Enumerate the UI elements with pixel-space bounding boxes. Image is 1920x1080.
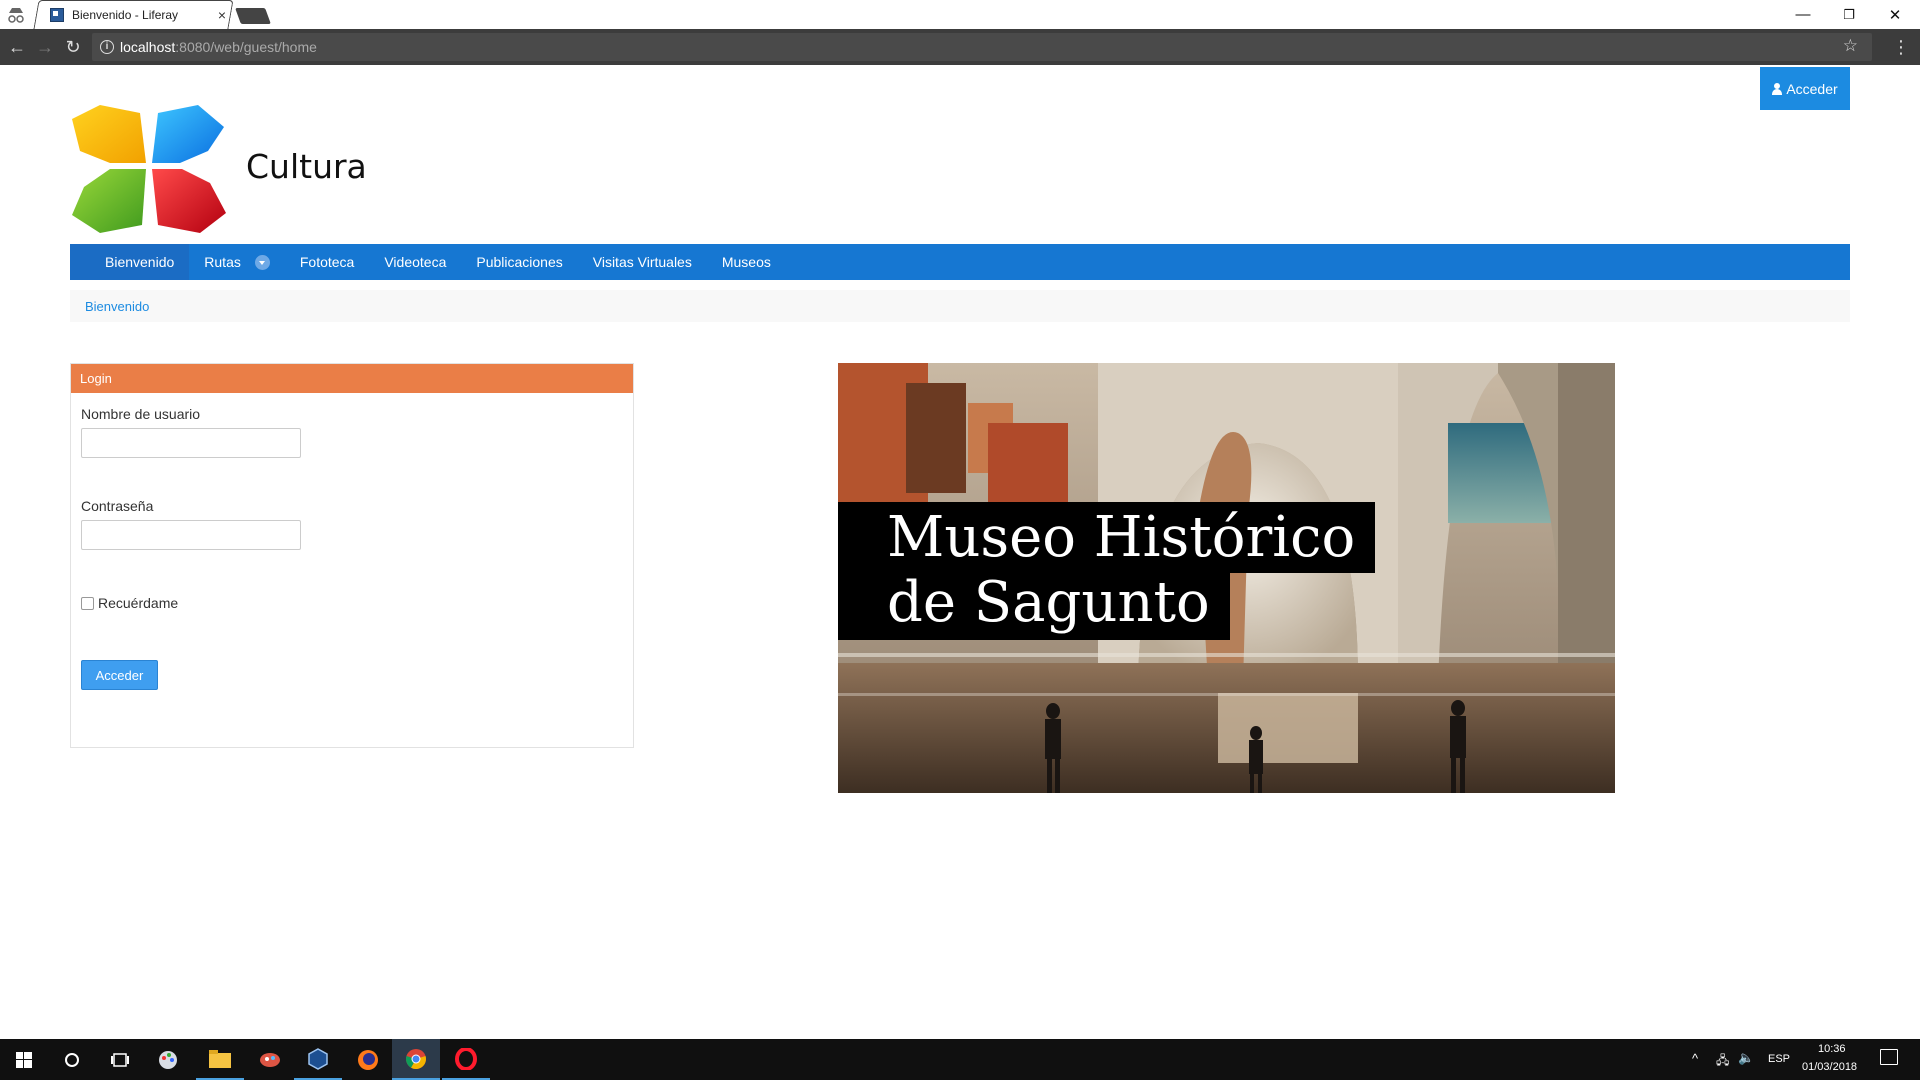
remember-me-checkbox[interactable]	[81, 597, 94, 610]
task-view-icon[interactable]	[96, 1039, 144, 1080]
password-label: Contraseña	[81, 498, 154, 514]
back-arrow-icon[interactable]: ←	[6, 36, 28, 58]
banner-title-line-2: de Sagunto	[838, 573, 1230, 640]
virtualbox-icon[interactable]	[294, 1039, 342, 1080]
nav-item-rutas-label: Rutas	[204, 254, 241, 270]
nav-item-museos[interactable]: Museos	[707, 244, 786, 280]
browser-tab[interactable]: Bienvenido - Liferay ×	[50, 0, 230, 29]
volume-icon[interactable]: 🔈	[1738, 1050, 1754, 1066]
main-navigation: Bienvenido Rutas Fototeca Videoteca Publ…	[70, 244, 1850, 280]
browser-tabstrip: Bienvenido - Liferay × — ❐ ✕	[0, 0, 1920, 29]
breadcrumb: Bienvenido	[70, 290, 1850, 322]
site-logo[interactable]	[70, 105, 226, 233]
browser-toolbar: ← → ↻ i localhost:8080/web/guest/home ☆ …	[0, 29, 1920, 65]
sign-in-button[interactable]: Acceder	[1760, 67, 1850, 110]
nav-item-fototeca[interactable]: Fototeca	[285, 244, 369, 280]
sign-in-label: Acceder	[1786, 80, 1838, 97]
url-host: localhost	[120, 39, 176, 55]
login-portlet-title: Login	[71, 364, 633, 393]
notifications-icon[interactable]	[1880, 1049, 1898, 1065]
network-icon[interactable]: 🖧	[1716, 1051, 1729, 1072]
chrome-icon[interactable]	[392, 1039, 440, 1080]
paint-icon[interactable]	[144, 1039, 192, 1080]
banner-title-line-1: Museo Histórico	[838, 502, 1376, 573]
minimize-button[interactable]: —	[1780, 0, 1826, 29]
windows-start-icon[interactable]	[0, 1039, 48, 1080]
close-window-button[interactable]: ✕	[1872, 0, 1918, 29]
password-field[interactable]	[81, 520, 301, 550]
username-field[interactable]	[81, 428, 301, 458]
new-tab-button[interactable]	[235, 8, 271, 24]
nav-item-publicaciones[interactable]: Publicaciones	[461, 244, 577, 280]
file-explorer-icon[interactable]	[196, 1039, 244, 1080]
forward-arrow-icon[interactable]: →	[34, 36, 56, 58]
nav-item-rutas[interactable]: Rutas	[189, 244, 285, 280]
nav-item-visitas-virtuales[interactable]: Visitas Virtuales	[578, 244, 707, 280]
opera-icon[interactable]	[442, 1039, 490, 1080]
address-bar[interactable]: i localhost:8080/web/guest/home ☆	[92, 33, 1872, 61]
url-path: :8080/web/guest/home	[175, 39, 317, 55]
site-info-icon[interactable]: i	[100, 40, 114, 54]
language-indicator[interactable]: ESP	[1768, 1053, 1790, 1065]
liferay-favicon-icon	[50, 7, 64, 22]
nav-item-videoteca[interactable]: Videoteca	[369, 244, 461, 280]
login-submit-button[interactable]: Acceder	[81, 660, 158, 690]
incognito-icon	[8, 8, 24, 23]
chevron-down-icon[interactable]	[254, 254, 270, 270]
cortana-search-icon[interactable]	[48, 1039, 96, 1080]
username-label: Nombre de usuario	[81, 406, 201, 422]
nav-item-bienvenido[interactable]: Bienvenido	[70, 244, 190, 280]
bookmark-star-icon[interactable]: ☆	[1843, 36, 1858, 56]
login-portlet: Login Nombre de usuario Contraseña Recué…	[70, 363, 634, 748]
reload-icon[interactable]: ↻	[62, 36, 84, 58]
clock-time[interactable]: 10:36	[1818, 1043, 1846, 1055]
page-content: Acceder Cultura Bienvenido Rutas Fototec…	[0, 65, 1920, 1039]
site-name[interactable]: Cultura	[246, 147, 367, 186]
tray-chevron-icon[interactable]: ^	[1692, 1051, 1698, 1066]
remember-me-label[interactable]: Recuérdame	[98, 595, 178, 611]
museum-banner-image[interactable]: Museo Histórico de Sagunto	[838, 363, 1615, 793]
tab-title: Bienvenido - Liferay	[72, 7, 179, 22]
user-icon	[1772, 82, 1783, 95]
firefox-icon[interactable]	[344, 1039, 392, 1080]
paint-3d-icon[interactable]	[246, 1039, 294, 1080]
windows-taskbar: ^ 🖧 🔈 ESP 10:36 01/03/2018	[0, 1039, 1920, 1080]
clock-date[interactable]: 01/03/2018	[1802, 1061, 1857, 1073]
browser-menu-icon[interactable]: ⋮	[1890, 36, 1912, 58]
breadcrumb-item[interactable]: Bienvenido	[85, 299, 149, 314]
restore-button[interactable]: ❐	[1826, 0, 1872, 29]
tab-close-icon[interactable]: ×	[218, 7, 226, 23]
